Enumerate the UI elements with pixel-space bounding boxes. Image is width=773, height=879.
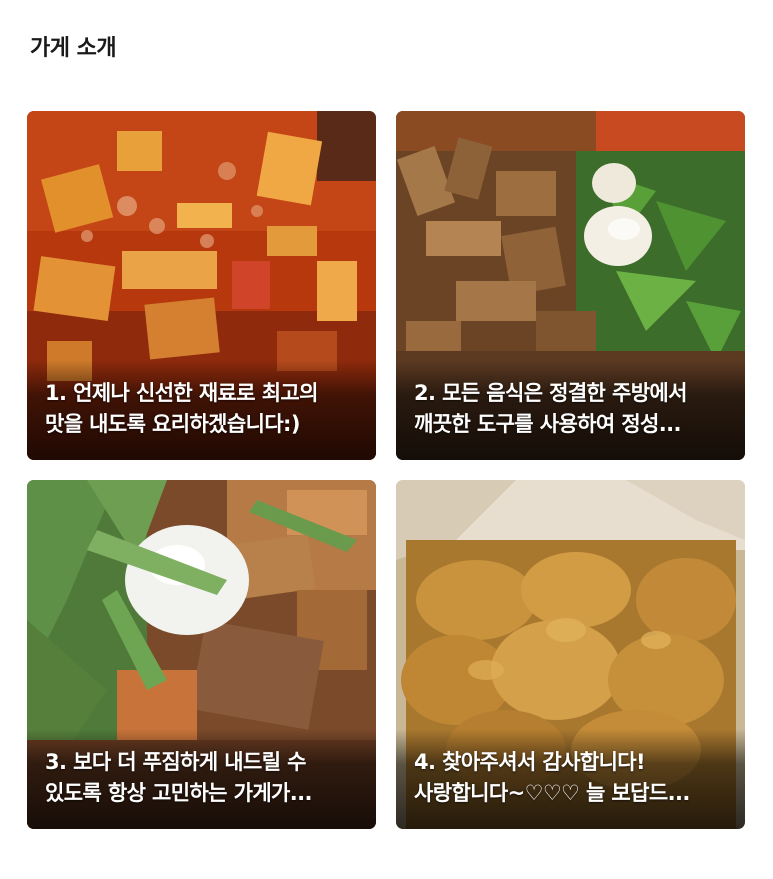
intro-caption: 2. 모든 음식은 정결한 주방에서 깨끗한 도구를 사용하여 정성...	[414, 378, 733, 440]
intro-card-4[interactable]: 4. 찾아주셔서 감사합니다! 사랑합니다~♡♡♡ 늘 보답드...	[396, 480, 745, 829]
section-title: 가게 소개	[30, 36, 117, 61]
intro-caption: 4. 찾아주셔서 감사합니다! 사랑합니다~♡♡♡ 늘 보답드...	[414, 747, 733, 809]
caption-line-1: 3. 보다 더 푸짐하게 내드릴 수	[45, 750, 306, 774]
caption-line-2: 깨끗한 도구를 사용하여 정성...	[414, 412, 682, 436]
intro-card-3[interactable]: 3. 보다 더 푸짐하게 내드릴 수 있도록 항상 고민하는 가게가...	[27, 480, 376, 829]
intro-caption: 3. 보다 더 푸짐하게 내드릴 수 있도록 항상 고민하는 가게가...	[45, 747, 364, 809]
caption-line-1: 2. 모든 음식은 정결한 주방에서	[414, 381, 687, 405]
caption-line-2: 맛을 내도록 요리하겠습니다:)	[45, 412, 300, 436]
caption-line-1: 4. 찾아주셔서 감사합니다!	[414, 750, 646, 774]
intro-card-1[interactable]: 1. 언제나 신선한 재료로 최고의 맛을 내도록 요리하겠습니다:)	[27, 111, 376, 460]
caption-line-2: 있도록 항상 고민하는 가게가...	[45, 781, 313, 805]
store-intro-gallery: 1. 언제나 신선한 재료로 최고의 맛을 내도록 요리하겠습니다:) 2. 모…	[27, 111, 745, 829]
intro-card-2[interactable]: 2. 모든 음식은 정결한 주방에서 깨끗한 도구를 사용하여 정성...	[396, 111, 745, 460]
caption-line-1: 1. 언제나 신선한 재료로 최고의	[45, 381, 318, 405]
caption-line-2: 사랑합니다~♡♡♡ 늘 보답드...	[414, 781, 690, 805]
intro-caption: 1. 언제나 신선한 재료로 최고의 맛을 내도록 요리하겠습니다:)	[45, 378, 364, 440]
